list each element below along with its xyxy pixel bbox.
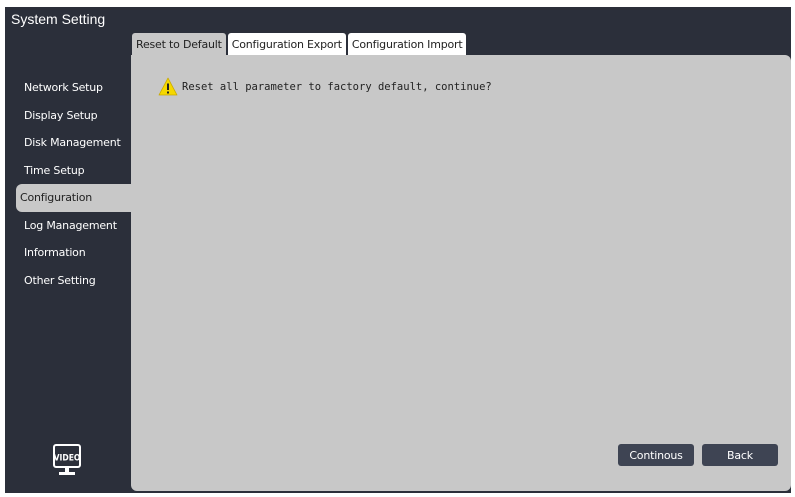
sidebar-item-disk-management[interactable]: Disk Management bbox=[5, 129, 131, 157]
back-button[interactable]: Back bbox=[702, 444, 778, 466]
system-setting-window: System Setting Reset to Default Configur… bbox=[5, 7, 791, 493]
sidebar: Network Setup Display Setup Disk Managem… bbox=[5, 74, 131, 294]
reset-to-default-panel: Reset all parameter to factory default, … bbox=[131, 55, 791, 491]
video-monitor-logo-icon: VIDEO bbox=[52, 444, 82, 478]
tab-configuration-import[interactable]: Configuration Import bbox=[347, 33, 467, 55]
continue-button[interactable]: Continous bbox=[618, 444, 694, 466]
tab-reset-to-default[interactable]: Reset to Default bbox=[132, 33, 226, 55]
tab-configuration-export[interactable]: Configuration Export bbox=[227, 33, 346, 55]
sidebar-item-network-setup[interactable]: Network Setup bbox=[5, 74, 131, 102]
reset-warning-message: Reset all parameter to factory default, … bbox=[182, 80, 492, 93]
sidebar-item-time-setup[interactable]: Time Setup bbox=[5, 157, 131, 185]
sidebar-item-information[interactable]: Information bbox=[5, 239, 131, 267]
sidebar-item-configuration[interactable]: Configuration bbox=[16, 184, 131, 212]
sidebar-item-log-management[interactable]: Log Management bbox=[5, 212, 131, 240]
sidebar-item-display-setup[interactable]: Display Setup bbox=[5, 102, 131, 130]
logo-text: VIDEO bbox=[54, 454, 81, 464]
tab-bar: Reset to Default Configuration Export Co… bbox=[132, 33, 467, 55]
warning-message-row: Reset all parameter to factory default, … bbox=[158, 77, 492, 96]
window-title: System Setting bbox=[11, 11, 106, 27]
sidebar-item-other-setting[interactable]: Other Setting bbox=[5, 267, 131, 295]
warning-triangle-icon bbox=[158, 77, 178, 96]
